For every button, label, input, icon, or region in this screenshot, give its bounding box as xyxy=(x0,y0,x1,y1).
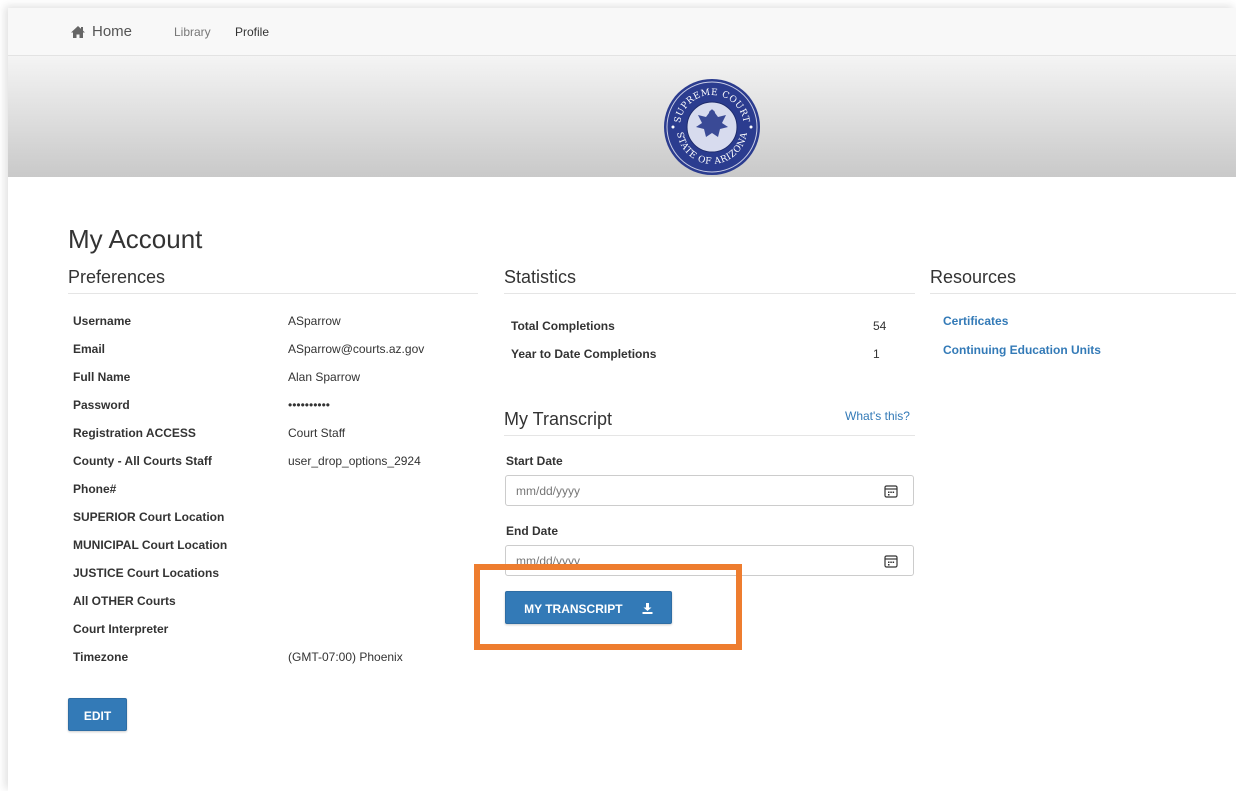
nav-home-label: Home xyxy=(92,23,133,40)
pref-value: ASparrow xyxy=(288,314,341,328)
pref-row: JUSTICE Court Locations xyxy=(73,566,473,594)
pref-row: Full Name Alan Sparrow xyxy=(73,370,473,398)
pref-row: Email ASparrow@courts.az.gov xyxy=(73,342,473,370)
resources-heading: Resources xyxy=(930,267,1236,294)
pref-row: Registration ACCESS Court Staff xyxy=(73,426,473,454)
pref-row: Timezone (GMT-07:00) Phoenix xyxy=(73,650,473,678)
pref-label: County - All Courts Staff xyxy=(73,454,212,468)
pref-label: All OTHER Courts xyxy=(73,594,176,608)
pref-value: Alan Sparrow xyxy=(288,370,361,384)
page-title: My Account xyxy=(68,224,203,254)
calendar-icon[interactable] xyxy=(884,484,898,498)
top-navbar: Home Library Profile xyxy=(8,8,1236,56)
pref-label: Court Interpreter xyxy=(73,622,169,636)
pref-value: user_drop_options_2924 xyxy=(288,454,421,468)
pref-value: (GMT-07:00) Phoenix xyxy=(288,650,403,664)
preferences-heading: Preferences xyxy=(68,267,478,294)
pref-label: Registration ACCESS xyxy=(73,426,196,440)
pref-label: JUSTICE Court Locations xyxy=(73,566,220,580)
start-date-input[interactable] xyxy=(505,475,914,506)
statistics-heading: Statistics xyxy=(504,267,915,294)
end-date-input[interactable] xyxy=(505,545,914,576)
stat-value: 54 xyxy=(873,319,887,333)
stat-label: Year to Date Completions xyxy=(511,347,657,361)
nav-home-link[interactable]: Home xyxy=(70,23,132,40)
continuing-education-units-link[interactable]: Continuing Education Units xyxy=(943,343,1101,357)
arizona-supreme-court-seal: SUPREME COURT STATE OF ARIZONA xyxy=(664,79,760,175)
pref-row: All OTHER Courts xyxy=(73,594,473,622)
pref-row: Court Interpreter xyxy=(73,622,473,650)
pref-row: Phone# xyxy=(73,482,473,510)
pref-value: Court Staff xyxy=(288,426,346,440)
nav-library-link[interactable]: Library xyxy=(174,25,211,39)
stat-label: Total Completions xyxy=(511,319,615,333)
end-date-label: End Date xyxy=(506,524,559,538)
pref-label: SUPERIOR Court Location xyxy=(73,510,225,524)
nav-profile-link[interactable]: Profile xyxy=(235,25,269,39)
download-icon xyxy=(642,603,653,614)
pref-row: MUNICIPAL Court Location xyxy=(73,538,473,566)
pref-label: Full Name xyxy=(73,370,131,384)
pref-value: •••••••••• xyxy=(288,398,331,412)
calendar-icon[interactable] xyxy=(884,554,898,568)
app-frame: Home Library Profile SUPREME COURT STATE… xyxy=(8,8,1236,791)
stat-value: 1 xyxy=(873,347,880,361)
home-icon xyxy=(71,25,85,38)
start-date-label: Start Date xyxy=(506,454,563,468)
pref-label: MUNICIPAL Court Location xyxy=(73,538,228,552)
edit-button[interactable]: EDIT xyxy=(68,698,127,731)
pref-label: Email xyxy=(73,342,106,356)
pref-label: Username xyxy=(73,314,132,328)
pref-row: SUPERIOR Court Location xyxy=(73,510,473,538)
pref-row: County - All Courts Staff user_drop_opti… xyxy=(73,454,473,482)
pref-row: Password •••••••••• xyxy=(73,398,473,426)
whats-this-link[interactable]: What's this? xyxy=(845,409,910,423)
certificates-link[interactable]: Certificates xyxy=(943,314,1008,328)
my-transcript-button[interactable]: MY TRANSCRIPT xyxy=(505,591,672,624)
pref-label: Password xyxy=(73,398,130,412)
my-transcript-button-label: MY TRANSCRIPT xyxy=(524,602,623,616)
pref-value: ASparrow@courts.az.gov xyxy=(288,342,425,356)
header-banner: SUPREME COURT STATE OF ARIZONA xyxy=(8,56,1236,177)
pref-label: Timezone xyxy=(73,650,129,664)
pref-row: Username ASparrow xyxy=(73,314,473,342)
pref-label: Phone# xyxy=(73,482,117,496)
